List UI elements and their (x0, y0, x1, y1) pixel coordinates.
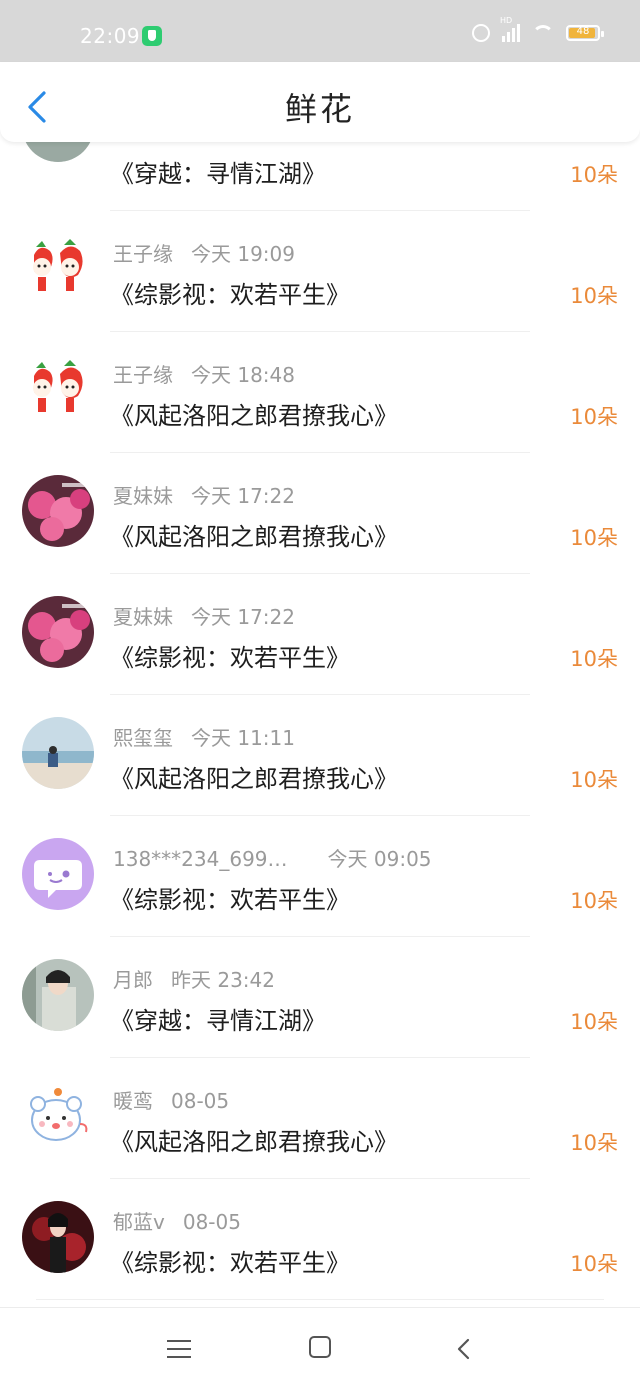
record-meta: 月郎 昨天 23:42 (113, 964, 275, 993)
list-item[interactable]: 王子缘 今天 19:09 《综影视：欢若平生》 10朵 (0, 211, 640, 332)
user-name[interactable]: 夏妹妹 (113, 484, 173, 508)
list-item[interactable]: 138***234_699… 今天 09:05 《综影视：欢若平生》 10朵 (0, 816, 640, 937)
hd-label: HD (500, 16, 513, 25)
list-item[interactable]: 夏妹妹 今天 17:22 《风起洛阳之郎君撩我心》 10朵 (0, 453, 640, 574)
flower-record-list[interactable]: 《穿越：寻情江湖》 10朵 王子缘 今天 19:09 《综影视：欢若平生》 10朵 (0, 142, 640, 1307)
record-meta: 夏妹妹 今天 17:22 (113, 480, 295, 509)
book-title[interactable]: 《综影视：欢若平生》 (110, 638, 350, 673)
list-item[interactable]: 熙玺玺 今天 11:11 《风起洛阳之郎君撩我心》 10朵 (0, 695, 640, 816)
list-item[interactable]: 月郎 昨天 23:42 《穿越：寻情江湖》 10朵 (0, 937, 640, 1058)
record-time: 今天 17:22 (191, 605, 295, 629)
book-title[interactable]: 《风起洛阳之郎君撩我心》 (110, 517, 398, 552)
avatar[interactable] (22, 596, 94, 668)
list-item[interactable]: 郁蓝v 08-05 《综影视：欢若平生》 10朵 (0, 1179, 640, 1300)
avatar[interactable] (22, 1080, 94, 1152)
record-time: 08-05 (182, 1210, 241, 1234)
app-header: 鲜花 (0, 62, 640, 142)
flower-count: 10朵 (570, 405, 618, 429)
flower-count: 10朵 (570, 163, 618, 187)
record-time: 今天 11:11 (191, 726, 295, 750)
page-title: 鲜花 (284, 90, 355, 128)
flower-count: 10朵 (570, 284, 618, 308)
user-name[interactable]: 暖鸾 (113, 1089, 153, 1113)
book-title[interactable]: 《穿越：寻情江湖》 (110, 1001, 326, 1036)
record-meta: 王子缘 今天 18:48 (113, 359, 295, 388)
security-shield-icon (142, 26, 162, 46)
avatar[interactable] (22, 233, 94, 305)
flower-count: 10朵 (570, 1252, 618, 1276)
book-title[interactable]: 《综影视：欢若平生》 (110, 880, 350, 915)
flower-count: 10朵 (570, 526, 618, 550)
avatar[interactable] (22, 717, 94, 789)
record-time: 今天 18:48 (191, 363, 295, 387)
user-name[interactable]: 138***234_699… (113, 847, 288, 871)
record-time: 今天 09:05 (327, 847, 432, 871)
book-title[interactable]: 《风起洛阳之郎君撩我心》 (110, 396, 398, 431)
menu-icon[interactable] (164, 1334, 194, 1364)
flower-count: 10朵 (570, 1010, 618, 1034)
user-name[interactable]: 王子缘 (113, 363, 173, 387)
status-icons: HD 48 (472, 16, 604, 42)
user-name[interactable]: 王子缘 (113, 242, 173, 266)
record-time: 08-05 (171, 1089, 230, 1113)
record-meta: 夏妹妹 今天 17:22 (113, 601, 295, 630)
status-time: 22:09 (80, 24, 141, 48)
record-time: 今天 17:22 (191, 484, 295, 508)
book-title[interactable]: 《风起洛阳之郎君撩我心》 (110, 759, 398, 794)
avatar[interactable] (22, 1201, 94, 1273)
record-meta: 郁蓝v 08-05 (113, 1206, 241, 1235)
user-name[interactable]: 夏妹妹 (113, 605, 173, 629)
book-title[interactable]: 《综影视：欢若平生》 (110, 275, 350, 310)
back-triangle-icon[interactable] (450, 1334, 480, 1364)
record-meta: 熙玺玺 今天 11:11 (113, 722, 295, 751)
record-time: 昨天 23:42 (171, 968, 275, 992)
record-meta: 暖鸾 08-05 (113, 1085, 229, 1114)
list-item[interactable]: 暖鸾 08-05 《风起洛阳之郎君撩我心》 10朵 (0, 1058, 640, 1179)
flower-count: 10朵 (570, 647, 618, 671)
alarm-icon (472, 24, 490, 42)
battery-icon: 48 (566, 25, 604, 41)
divider (36, 1299, 604, 1300)
wifi-icon (532, 25, 554, 41)
signal-icon: HD (500, 16, 520, 42)
avatar[interactable] (22, 142, 94, 162)
list-item[interactable]: 王子缘 今天 18:48 《风起洛阳之郎君撩我心》 10朵 (0, 332, 640, 453)
avatar[interactable] (22, 354, 94, 426)
user-name[interactable]: 郁蓝v (113, 1210, 165, 1234)
avatar[interactable] (22, 838, 94, 910)
flower-count: 10朵 (570, 768, 618, 792)
record-meta: 138***234_699… 今天 09:05 (113, 843, 432, 872)
avatar[interactable] (22, 475, 94, 547)
book-title[interactable]: 《风起洛阳之郎君撩我心》 (110, 1122, 398, 1157)
user-name[interactable]: 熙玺玺 (113, 726, 173, 750)
list-item[interactable]: 《穿越：寻情江湖》 10朵 (0, 142, 640, 211)
avatar[interactable] (22, 959, 94, 1031)
battery-level: 48 (576, 26, 590, 37)
book-title[interactable]: 《综影视：欢若平生》 (110, 1243, 350, 1278)
list-item[interactable]: 夏妹妹 今天 17:22 《综影视：欢若平生》 10朵 (0, 574, 640, 695)
home-square-icon[interactable] (306, 1334, 336, 1364)
flower-count: 10朵 (570, 1131, 618, 1155)
system-navigation-bar (0, 1307, 640, 1388)
book-title[interactable]: 《穿越：寻情江湖》 (110, 154, 326, 189)
user-name[interactable]: 月郎 (113, 968, 153, 992)
status-bar: 22:09 HD 48 (0, 0, 640, 62)
flower-count: 10朵 (570, 889, 618, 913)
record-time: 今天 19:09 (191, 242, 295, 266)
record-meta: 王子缘 今天 19:09 (113, 238, 295, 267)
